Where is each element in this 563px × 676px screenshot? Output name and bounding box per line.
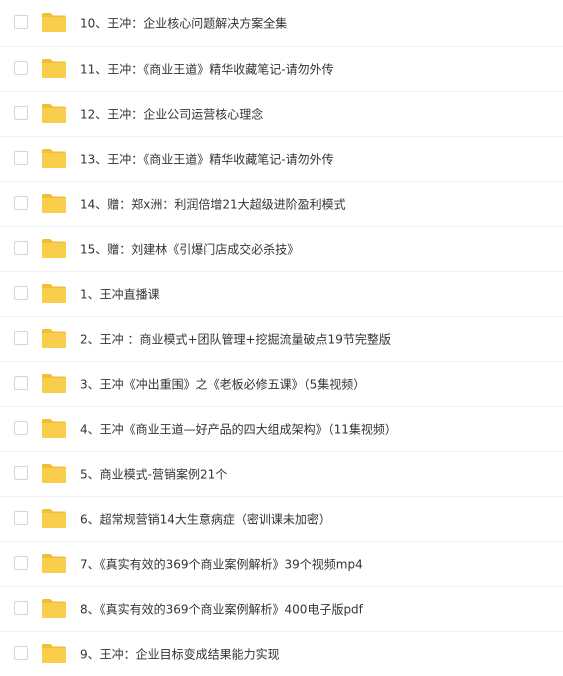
file-name-link[interactable]: 4、王冲《商业王道—好产品的四大组成架构》（11集视频） <box>80 421 397 438</box>
folder-icon <box>41 507 67 529</box>
row-checkbox[interactable] <box>14 15 28 29</box>
row-checkbox[interactable] <box>14 196 28 210</box>
list-item[interactable]: 10、王冲：企业核心问题解决方案全集 <box>0 0 563 47</box>
file-name-link[interactable]: 1、王冲直播课 <box>80 286 160 303</box>
file-name-link[interactable]: 8、《真实有效的369个商业案例解析》400电子版pdf <box>80 601 363 618</box>
list-item[interactable]: 5、商业模式-营销案例21个 <box>0 452 563 497</box>
list-item[interactable]: 3、王冲《冲出重围》之《老板必修五课》（5集视频） <box>0 362 563 407</box>
folder-icon <box>41 282 67 304</box>
folder-icon <box>41 372 67 394</box>
list-item[interactable]: 7、《真实有效的369个商业案例解析》39个视频mp4 <box>0 542 563 587</box>
list-item[interactable]: 12、王冲：企业公司运营核心理念 <box>0 92 563 137</box>
folder-icon <box>41 192 67 214</box>
file-name-link[interactable]: 11、王冲：《商业王道》精华收藏笔记-请勿外传 <box>80 61 334 78</box>
folder-icon <box>41 11 67 33</box>
folder-icon <box>41 147 67 169</box>
row-checkbox[interactable] <box>14 376 28 390</box>
file-name-link[interactable]: 10、王冲：企业核心问题解决方案全集 <box>80 15 287 32</box>
folder-icon <box>41 597 67 619</box>
folder-icon <box>41 462 67 484</box>
list-item[interactable]: 6、超常规营销14大生意病症（密训课未加密） <box>0 497 563 542</box>
file-name-link[interactable]: 12、王冲：企业公司运营核心理念 <box>80 106 263 123</box>
file-name-link[interactable]: 2、王冲 ：商业模式+团队管理+挖掘流量破点19节完整版 <box>80 331 391 348</box>
folder-icon <box>41 642 67 664</box>
list-item[interactable]: 9、王冲：企业目标变成结果能力实现 <box>0 632 563 676</box>
row-checkbox[interactable] <box>14 556 28 570</box>
list-item[interactable]: 14、赠：郑x洲：利润倍增21大超级进阶盈利模式 <box>0 182 563 227</box>
file-name-link[interactable]: 14、赠：郑x洲：利润倍增21大超级进阶盈利模式 <box>80 196 346 213</box>
file-name-link[interactable]: 13、王冲：《商业王道》精华收藏笔记-请勿外传 <box>80 151 334 168</box>
row-checkbox[interactable] <box>14 331 28 345</box>
row-checkbox[interactable] <box>14 511 28 525</box>
folder-icon <box>41 417 67 439</box>
file-name-link[interactable]: 7、《真实有效的369个商业案例解析》39个视频mp4 <box>80 556 363 573</box>
row-checkbox[interactable] <box>14 106 28 120</box>
folder-icon <box>41 327 67 349</box>
row-checkbox[interactable] <box>14 646 28 660</box>
file-list: 10、王冲：企业核心问题解决方案全集 11、王冲：《商业王道》精华收藏笔记-请勿… <box>0 0 563 676</box>
file-name-link[interactable]: 5、商业模式-营销案例21个 <box>80 466 227 483</box>
file-name-link[interactable]: 3、王冲《冲出重围》之《老板必修五课》（5集视频） <box>80 376 365 393</box>
row-checkbox[interactable] <box>14 151 28 165</box>
list-item[interactable]: 4、王冲《商业王道—好产品的四大组成架构》（11集视频） <box>0 407 563 452</box>
file-name-link[interactable]: 15、赠：刘建林《引爆门店成交必杀技》 <box>80 241 299 258</box>
list-item[interactable]: 8、《真实有效的369个商业案例解析》400电子版pdf <box>0 587 563 632</box>
list-item[interactable]: 11、王冲：《商业王道》精华收藏笔记-请勿外传 <box>0 47 563 92</box>
row-checkbox[interactable] <box>14 241 28 255</box>
list-item[interactable]: 2、王冲 ：商业模式+团队管理+挖掘流量破点19节完整版 <box>0 317 563 362</box>
folder-icon <box>41 552 67 574</box>
row-checkbox[interactable] <box>14 466 28 480</box>
row-checkbox[interactable] <box>14 61 28 75</box>
file-name-link[interactable]: 9、王冲：企业目标变成结果能力实现 <box>80 646 280 663</box>
file-name-link[interactable]: 6、超常规营销14大生意病症（密训课未加密） <box>80 511 331 528</box>
list-item[interactable]: 15、赠：刘建林《引爆门店成交必杀技》 <box>0 227 563 272</box>
list-item[interactable]: 1、王冲直播课 <box>0 272 563 317</box>
list-item[interactable]: 13、王冲：《商业王道》精华收藏笔记-请勿外传 <box>0 137 563 182</box>
folder-icon <box>41 102 67 124</box>
row-checkbox[interactable] <box>14 421 28 435</box>
folder-icon <box>41 57 67 79</box>
row-checkbox[interactable] <box>14 601 28 615</box>
folder-icon <box>41 237 67 259</box>
row-checkbox[interactable] <box>14 286 28 300</box>
